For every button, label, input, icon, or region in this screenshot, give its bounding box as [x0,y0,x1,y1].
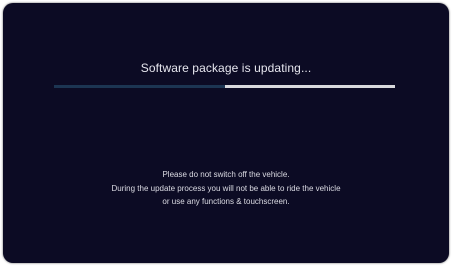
update-notice: Please do not switch off the vehicle. Du… [3,168,449,209]
update-title: Software package is updating... [140,61,312,75]
notice-line: or use any functions & touchscreen. [162,197,290,206]
update-progress-fill [54,85,225,88]
notice-line: During the update process you will not b… [111,183,341,193]
notice-line: Please do not switch off the vehicle. [162,170,290,179]
update-screen: Software package is updating... Please d… [3,3,449,263]
update-progress-bar [54,85,395,88]
